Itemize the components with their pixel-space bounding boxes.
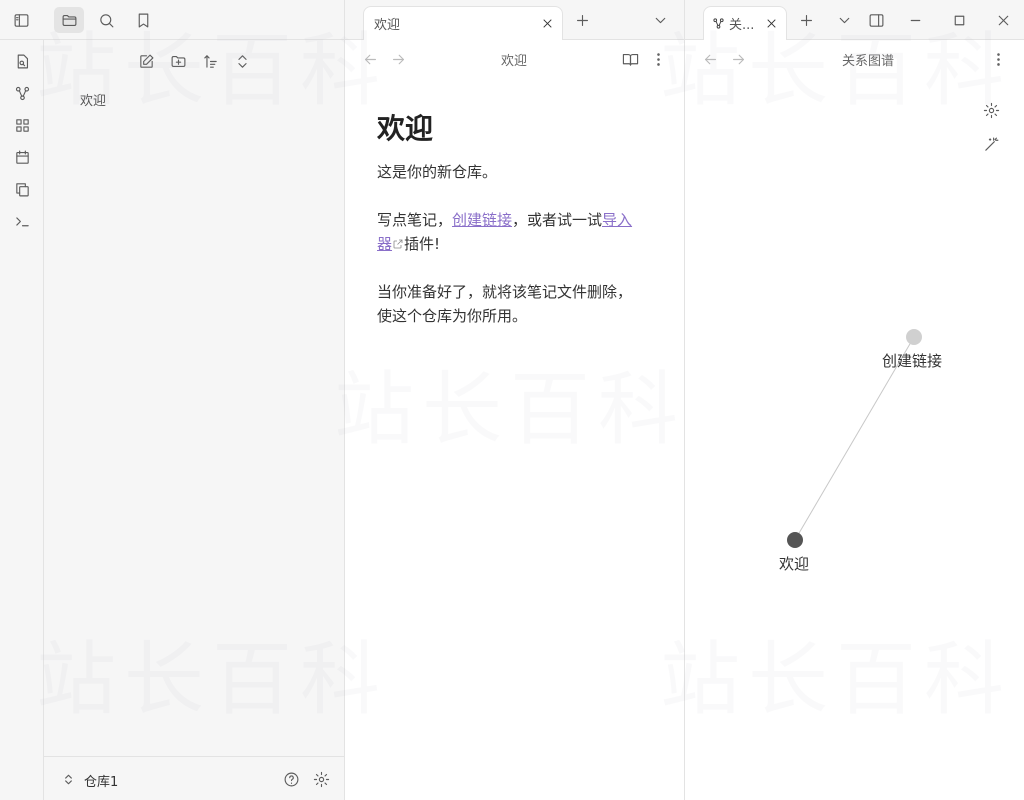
minimize-icon (910, 19, 920, 21)
chevrons-up-down-icon (237, 54, 247, 68)
back-button[interactable] (355, 46, 385, 72)
graph-canvas[interactable] (685, 40, 1024, 800)
new-folder-button[interactable] (163, 48, 193, 74)
settings-button[interactable] (306, 766, 336, 792)
external-link-icon (392, 233, 404, 249)
close-icon (998, 15, 1008, 25)
tab-graph[interactable]: 关... (703, 6, 787, 40)
vault-switcher-button[interactable] (54, 766, 82, 792)
plus-icon (576, 14, 588, 26)
tab-label: 关... (729, 18, 755, 33)
more-vertical-icon (656, 52, 660, 66)
chevron-down-icon (655, 17, 665, 23)
close-tab-button[interactable] (538, 14, 556, 32)
tab-list-button[interactable] (645, 7, 675, 33)
graph-icon (15, 86, 29, 100)
graph-node-create-link[interactable] (906, 329, 922, 345)
tab-label: 欢迎 (374, 18, 401, 33)
calendar-icon (15, 150, 29, 164)
files-tab-button[interactable] (54, 7, 84, 33)
left-sidebar-header (0, 0, 344, 40)
collapse-all-button[interactable] (227, 48, 257, 74)
sidebar-left-icon (14, 13, 28, 27)
plus-icon (800, 14, 812, 26)
toggle-right-sidebar-button[interactable] (861, 7, 891, 33)
help-button[interactable] (276, 766, 306, 792)
sidebar-right-icon (869, 13, 883, 27)
bookmark-icon (138, 13, 148, 27)
graph-node-label: 欢迎 (779, 555, 810, 573)
view-header-title[interactable]: 欢迎 (501, 50, 527, 69)
forward-button[interactable] (383, 46, 413, 72)
book-open-icon (622, 53, 638, 66)
command-palette-button[interactable] (7, 208, 37, 234)
graph-node-label: 创建链接 (882, 352, 943, 370)
chevrons-up-down-icon (64, 774, 72, 784)
grid-icon (15, 118, 29, 132)
editor-tab-bar: 欢迎 (344, 0, 684, 40)
vault-switcher-bar: 仓库1 (44, 756, 344, 800)
file-search-icon (17, 54, 28, 68)
canvas-button[interactable] (7, 112, 37, 138)
arrow-right-icon (392, 54, 404, 64)
note-paragraph: 写点笔记，创建链接，或者试一试导入器 插件! (377, 208, 645, 256)
daily-note-button[interactable] (7, 144, 37, 170)
note-paragraph: 这是你的新仓库。 (377, 163, 498, 181)
maximize-icon (954, 15, 964, 25)
graph-node-welcome[interactable] (787, 532, 803, 548)
help-icon (284, 772, 298, 786)
new-tab-button[interactable] (567, 7, 597, 33)
note-content[interactable]: 欢迎 这是你的新仓库。 写点笔记，创建链接，或者试一试导入器 插件! 当你准备好了… (377, 110, 645, 352)
more-options-button[interactable] (643, 46, 673, 72)
search-tab-button[interactable] (91, 7, 121, 33)
edit-icon (139, 54, 153, 68)
close-window-button[interactable] (988, 7, 1018, 33)
note-paragraph: 当你准备好了，就将该笔记文件删除，使这个仓库为你所用。 (377, 283, 633, 325)
text-span: 插件! (404, 235, 441, 253)
vault-name[interactable]: 仓库1 (84, 771, 118, 790)
bookmarks-tab-button[interactable] (128, 7, 158, 33)
close-icon (542, 18, 552, 28)
templates-button[interactable] (7, 176, 37, 202)
graph-tab-bar: 关... (684, 0, 1024, 40)
sort-button[interactable] (195, 48, 225, 74)
editor-pane: 欢迎 欢迎 这是你的新仓库。 写点笔记，创建链接，或者试一试导入器 插件! 当你准… (344, 40, 684, 800)
gear-icon (313, 771, 329, 787)
sort-icon (203, 54, 217, 68)
new-tab-button[interactable] (791, 7, 821, 33)
reading-view-button[interactable] (615, 46, 645, 72)
close-tab-button[interactable] (762, 14, 780, 32)
quick-switcher-button[interactable] (7, 48, 37, 74)
text-span: 写点笔记， (377, 211, 453, 229)
text-span: ，或者试一试 (512, 211, 603, 229)
tab-welcome[interactable]: 欢迎 (363, 6, 563, 40)
note-heading: 欢迎 (377, 112, 434, 145)
file-item-welcome[interactable]: 欢迎 (80, 90, 106, 109)
arrow-left-icon (364, 54, 376, 64)
ribbon (0, 40, 44, 800)
folder-plus-icon (171, 55, 185, 67)
graph-icon (713, 18, 724, 29)
folder-icon (62, 14, 76, 26)
graph-pane: 关系图谱 创建链接 欢迎 (684, 40, 1024, 800)
tab-list-button[interactable] (829, 7, 859, 33)
maximize-button[interactable] (944, 7, 974, 33)
close-icon (766, 18, 776, 28)
copy-icon (15, 182, 29, 196)
new-note-button[interactable] (131, 48, 161, 74)
terminal-icon (15, 216, 29, 226)
graph-view-button[interactable] (7, 80, 37, 106)
internal-link-create-link[interactable]: 创建链接 (452, 211, 512, 229)
title-bar: 欢迎 关... (0, 0, 1024, 40)
search-icon (99, 13, 113, 27)
file-explorer: 欢迎 仓库1 (44, 40, 344, 800)
chevron-down-icon (839, 17, 849, 23)
minimize-button[interactable] (900, 7, 930, 33)
toggle-sidebar-button[interactable] (6, 7, 36, 33)
